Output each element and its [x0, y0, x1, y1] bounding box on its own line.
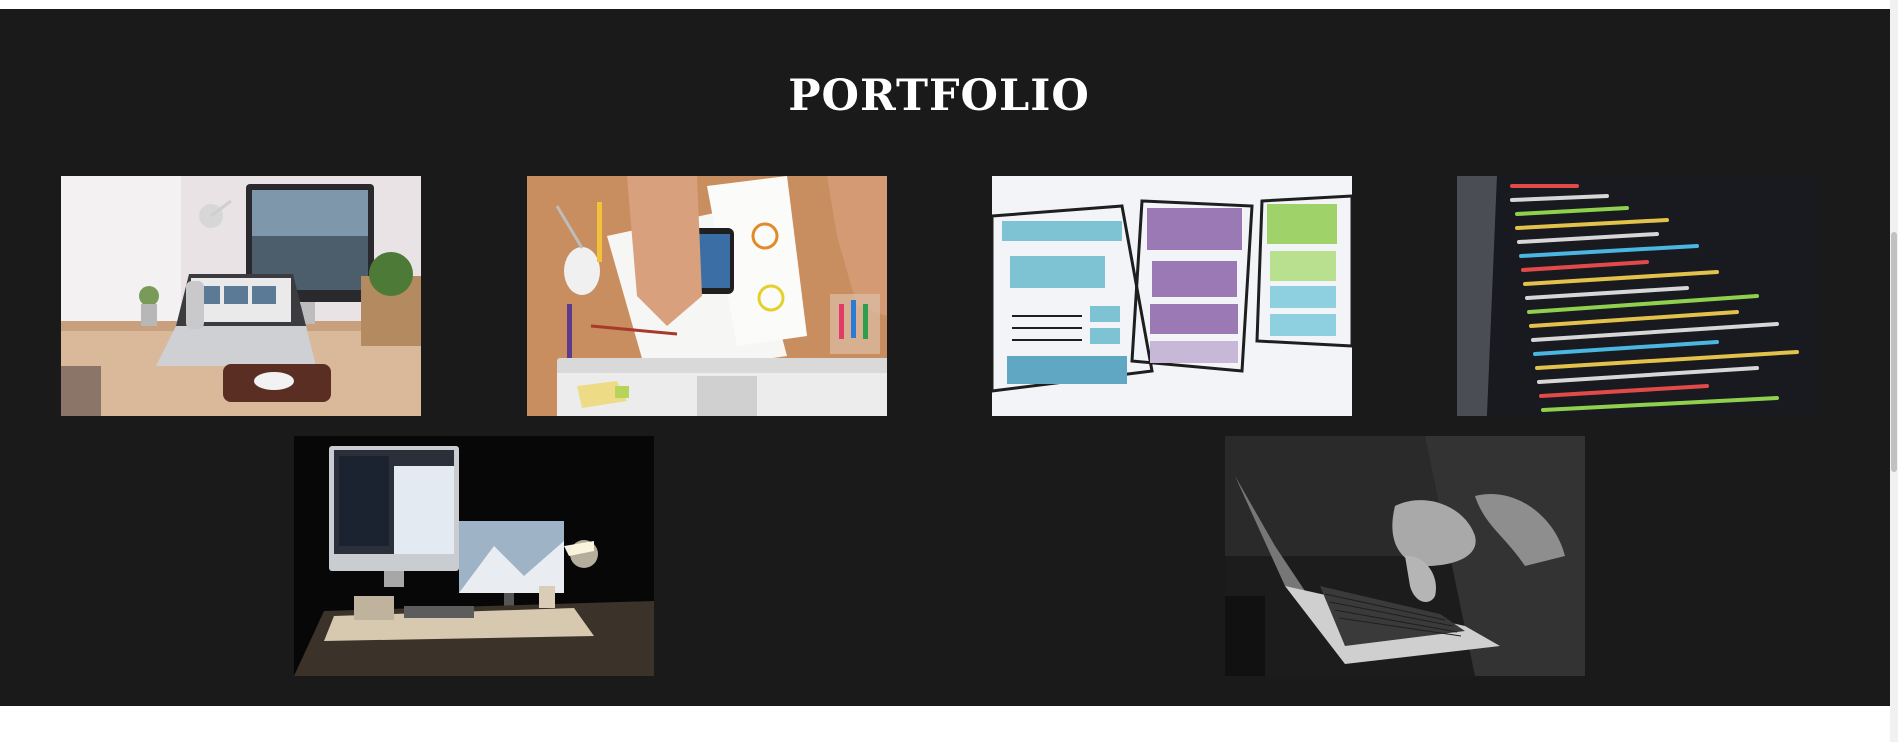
- portfolio-item-sketching[interactable]: [527, 176, 887, 416]
- wireframe-image: [992, 176, 1352, 416]
- code-screen-image: [1457, 176, 1817, 416]
- workspace-image: [61, 176, 421, 416]
- dark-desk-image: [294, 436, 654, 676]
- portfolio-item-code[interactable]: [1457, 176, 1817, 416]
- page-top-edge: [0, 0, 1898, 9]
- portfolio-item-dark-desk[interactable]: [294, 436, 654, 676]
- typing-laptop-image: [1225, 436, 1585, 676]
- portfolio-title: PORTFOLIO: [788, 71, 1090, 121]
- sketching-image: [527, 176, 887, 416]
- portfolio-item-typing-laptop[interactable]: [1225, 436, 1585, 676]
- portfolio-item-wireframe[interactable]: [992, 176, 1352, 416]
- page-bottom-area: [0, 706, 1890, 742]
- scrollbar-thumb[interactable]: [1891, 232, 1897, 472]
- portfolio-item-workspace[interactable]: [61, 176, 421, 416]
- portfolio-section: PORTFOLIO: [0, 9, 1890, 706]
